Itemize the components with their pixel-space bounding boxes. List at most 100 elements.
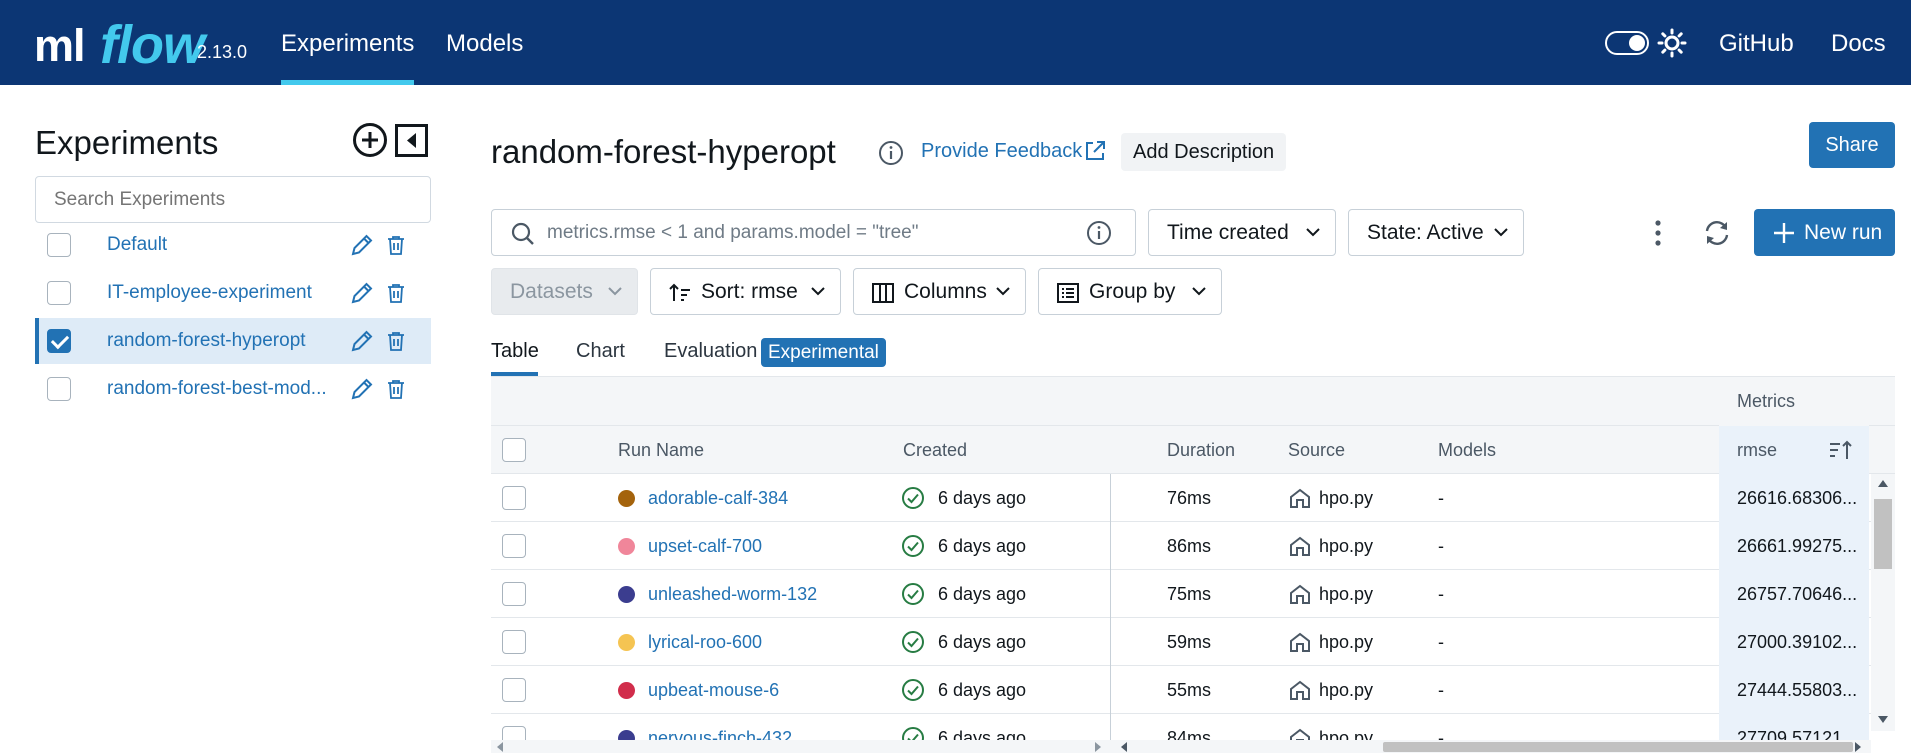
created-cell: 6 days ago — [938, 632, 1027, 652]
run-name-link[interactable]: unleashed-worm-132 — [648, 570, 817, 618]
experiment-item-random-forest-hyperopt[interactable]: random-forest-hyperopt — [35, 318, 431, 364]
collapse-sidebar-icon[interactable] — [395, 124, 428, 157]
nav-tab-models[interactable]: Models — [446, 0, 523, 85]
table-row[interactable]: lyrical-roo-600 6 days ago 59ms hpo.py - 2700… — [491, 618, 1895, 666]
columns-dropdown[interactable]: Columns — [853, 268, 1026, 315]
state-filter-dropdown[interactable]: State: Active — [1348, 209, 1524, 256]
horizontal-scrollbar[interactable] — [491, 740, 1871, 753]
select-all-checkbox[interactable] — [502, 438, 526, 462]
source-link[interactable]: hpo.py — [1319, 522, 1373, 570]
row-checkbox[interactable] — [502, 534, 526, 558]
trash-icon[interactable] — [385, 330, 407, 352]
row-checkbox[interactable] — [502, 630, 526, 654]
pencil-icon[interactable] — [349, 232, 375, 258]
time-created-dropdown[interactable]: Time created — [1148, 209, 1336, 256]
table-row[interactable]: adorable-calf-384 6 days ago 76ms hpo.py - 26… — [491, 474, 1895, 522]
run-color-dot[interactable] — [618, 682, 635, 699]
duration-cell: 76ms — [1167, 488, 1212, 508]
run-color-dot[interactable] — [618, 490, 635, 507]
group-by-dropdown[interactable]: Group by — [1038, 268, 1222, 315]
run-search-placeholder[interactable]: metrics.rmse < 1 and params.model = "tre… — [547, 210, 918, 255]
info-icon[interactable] — [878, 140, 904, 166]
source-link[interactable]: hpo.py — [1319, 474, 1373, 522]
row-checkbox[interactable] — [502, 486, 526, 510]
scroll-right-arrow[interactable] — [1855, 742, 1861, 752]
pencil-icon[interactable] — [349, 328, 375, 354]
experiment-checkbox[interactable] — [47, 329, 71, 353]
add-description-button[interactable]: Add Description — [1121, 133, 1287, 171]
experiment-label[interactable]: Default — [107, 222, 167, 268]
new-run-button[interactable]: New run — [1754, 209, 1895, 256]
search-experiments-input[interactable] — [35, 176, 431, 223]
external-link-icon[interactable] — [1083, 139, 1107, 163]
scroll-down-arrow[interactable] — [1878, 716, 1888, 723]
table-row[interactable]: upbeat-mouse-6 6 days ago 55ms hpo.py - 27444… — [491, 666, 1895, 714]
row-checkbox[interactable] — [502, 678, 526, 702]
github-link[interactable]: GitHub — [1719, 0, 1794, 85]
scroll-up-arrow[interactable] — [1878, 480, 1888, 487]
trash-icon[interactable] — [385, 378, 407, 400]
experiment-checkbox[interactable] — [47, 233, 71, 257]
datasets-dropdown[interactable]: Datasets — [491, 268, 638, 315]
run-name-link[interactable]: upset-calf-700 — [648, 522, 762, 570]
run-name-link[interactable]: adorable-calf-384 — [648, 474, 788, 522]
add-experiment-icon[interactable] — [352, 122, 388, 158]
run-color-dot[interactable] — [618, 586, 635, 603]
provide-feedback-link[interactable]: Provide Feedback — [921, 140, 1082, 163]
scroll-left-arrow[interactable] — [1121, 742, 1127, 752]
docs-link[interactable]: Docs — [1831, 0, 1886, 85]
version-label: 2.13.0 — [197, 42, 248, 62]
run-color-dot[interactable] — [618, 634, 635, 651]
experiment-label[interactable]: IT-employee-experiment — [107, 270, 312, 316]
scroll-left-arrow[interactable] — [497, 742, 503, 752]
source-link[interactable]: hpo.py — [1319, 666, 1373, 714]
rmse-cell: 27000.39102... — [1737, 632, 1858, 652]
more-options-icon[interactable] — [1645, 218, 1671, 248]
nav-tab-experiments[interactable]: Experiments — [281, 0, 415, 85]
experiment-label[interactable]: random-forest-hyperopt — [107, 318, 306, 364]
experiment-item-random-forest-best-model[interactable]: random-forest-best-mod... — [35, 366, 431, 412]
refresh-icon[interactable] — [1702, 218, 1732, 248]
column-header-created[interactable]: Created — [903, 426, 967, 474]
experiment-label[interactable]: random-forest-best-mod... — [107, 366, 327, 412]
trash-icon[interactable] — [385, 282, 407, 304]
column-header-rmse[interactable]: rmse — [1737, 426, 1777, 474]
trash-icon[interactable] — [385, 234, 407, 256]
source-link[interactable]: hpo.py — [1319, 618, 1373, 666]
column-header-duration[interactable]: Duration — [1167, 426, 1235, 474]
column-header-run-name[interactable]: Run Name — [618, 426, 704, 474]
run-search-box[interactable]: metrics.rmse < 1 and params.model = "tre… — [491, 209, 1136, 256]
tab-table[interactable]: Table — [491, 340, 539, 363]
column-header-models[interactable]: Models — [1438, 426, 1496, 474]
duration-cell: 59ms — [1167, 632, 1212, 652]
experiment-checkbox[interactable] — [47, 281, 71, 305]
share-button[interactable]: Share — [1809, 122, 1895, 168]
sort-ascending-icon[interactable] — [1828, 438, 1854, 462]
table-row[interactable]: unleashed-worm-132 6 days ago 75ms hpo.py - 2… — [491, 570, 1895, 618]
row-checkbox[interactable] — [502, 582, 526, 606]
source-link[interactable]: hpo.py — [1319, 570, 1373, 618]
experiment-item-it-employee[interactable]: IT-employee-experiment — [35, 270, 431, 316]
sort-dropdown[interactable]: Sort: rmse — [650, 268, 841, 315]
scroll-right-arrow[interactable] — [1095, 742, 1101, 752]
scrollbar-thumb[interactable] — [1383, 742, 1853, 752]
run-color-dot[interactable] — [618, 538, 635, 555]
scrollbar-thumb[interactable] — [1874, 499, 1892, 569]
table-row[interactable]: upset-calf-700 6 days ago 86ms hpo.py - 26661… — [491, 522, 1895, 570]
run-name-link[interactable]: lyrical-roo-600 — [648, 618, 762, 666]
check-circle-icon — [902, 535, 924, 557]
group-by-label: Group by — [1089, 280, 1176, 303]
column-group-header: Metrics — [491, 377, 1895, 426]
tab-evaluation[interactable]: Evaluation — [664, 340, 757, 363]
experiment-item-default[interactable]: Default — [35, 222, 431, 268]
run-name-link[interactable]: upbeat-mouse-6 — [648, 666, 779, 714]
column-header-source[interactable]: Source — [1288, 426, 1345, 474]
search-info-icon[interactable] — [1086, 220, 1112, 246]
tab-chart[interactable]: Chart — [576, 340, 625, 363]
pencil-icon[interactable] — [349, 376, 375, 402]
sun-icon[interactable] — [1657, 28, 1687, 58]
vertical-scrollbar[interactable] — [1871, 474, 1895, 731]
experiment-checkbox[interactable] — [47, 377, 71, 401]
theme-toggle[interactable] — [1605, 31, 1649, 55]
pencil-icon[interactable] — [349, 280, 375, 306]
